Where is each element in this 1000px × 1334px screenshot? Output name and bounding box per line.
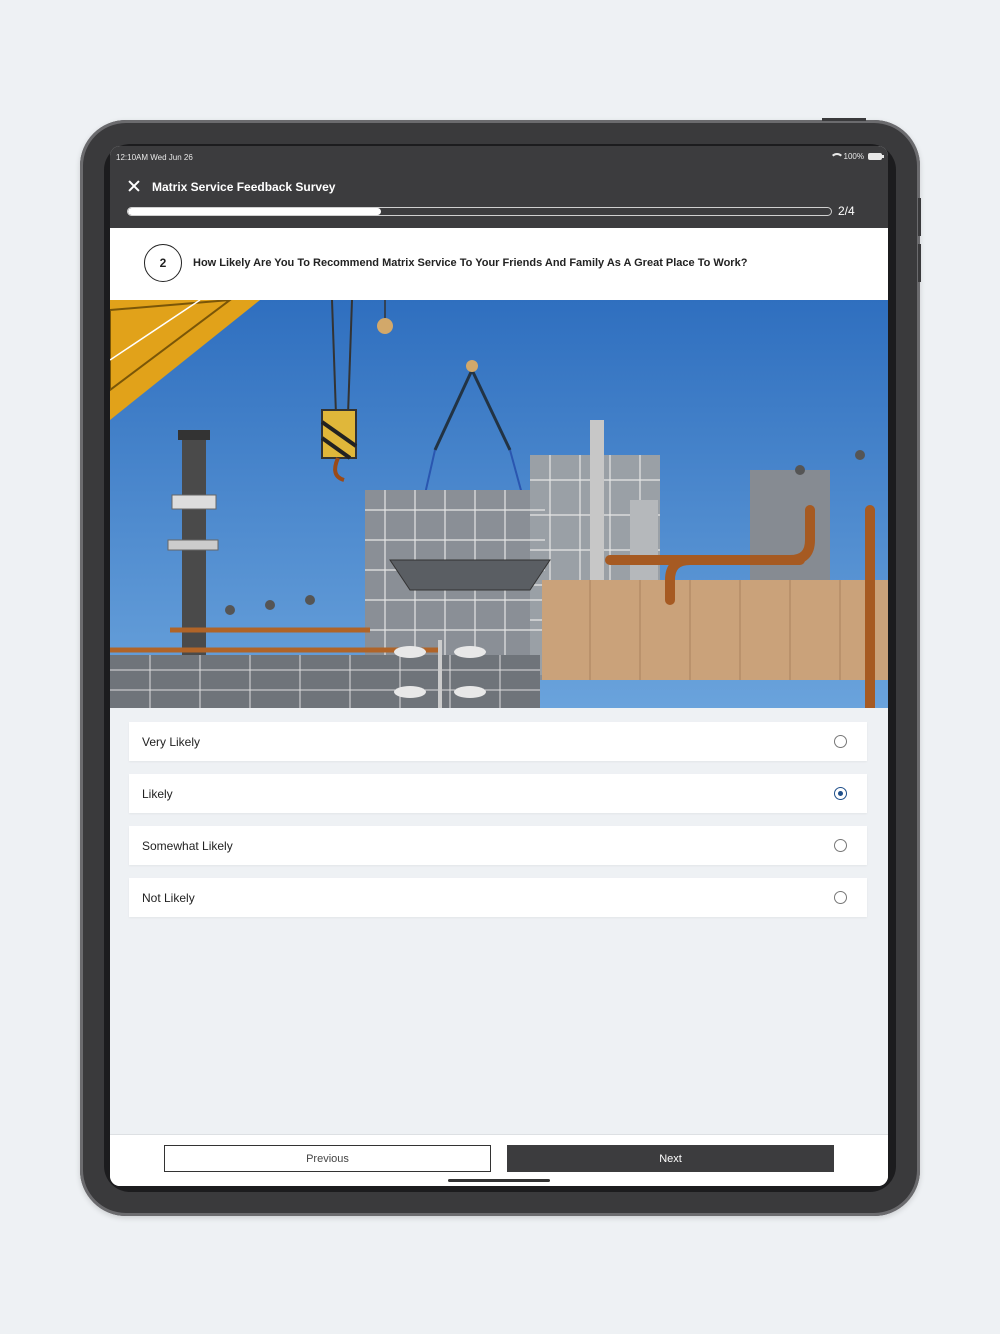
previous-button[interactable]: Previous	[164, 1145, 491, 1172]
question-card: 2 How Likely Are You To Recommend Matrix…	[110, 228, 888, 300]
home-indicator[interactable]	[448, 1179, 550, 1182]
close-icon[interactable]	[126, 178, 142, 194]
radio-button-selected[interactable]	[834, 787, 847, 800]
answer-option-label: Somewhat Likely	[142, 839, 233, 853]
next-button[interactable]: Next	[507, 1145, 834, 1172]
answer-option-label: Very Likely	[142, 735, 201, 749]
radio-button[interactable]	[834, 891, 847, 904]
wifi-icon	[829, 152, 844, 161]
status-time: 12:10AM Wed Jun 26	[116, 153, 193, 162]
answer-option[interactable]: Not Likely	[129, 878, 867, 917]
status-indicators: 100%	[829, 152, 884, 161]
battery-percent: 100%	[843, 152, 864, 161]
radio-button[interactable]	[834, 735, 847, 748]
industrial-plant-image	[110, 300, 888, 708]
progress-bar-fill	[128, 208, 382, 215]
volume-up-button	[918, 198, 921, 236]
survey-title: Matrix Service Feedback Survey	[152, 180, 336, 194]
answer-option-label: Likely	[142, 787, 173, 801]
answer-option[interactable]: Somewhat Likely	[129, 826, 867, 865]
progress-counter: 2/4	[838, 204, 855, 218]
power-button	[822, 118, 866, 121]
answer-option[interactable]: Very Likely	[129, 722, 867, 761]
app-screen: 12:10AM Wed Jun 26 100% Matrix Service F…	[110, 146, 888, 1186]
question-text: How Likely Are You To Recommend Matrix S…	[193, 257, 748, 269]
volume-down-button	[918, 244, 921, 282]
progress-bar	[127, 207, 832, 216]
battery-icon	[868, 153, 884, 160]
radio-button[interactable]	[834, 839, 847, 852]
question-image	[110, 300, 888, 708]
app-header: 12:10AM Wed Jun 26 100% Matrix Service F…	[110, 146, 888, 228]
question-number-badge: 2	[144, 244, 182, 282]
answer-option-label: Not Likely	[142, 891, 195, 905]
navigation-footer: Previous Next	[110, 1134, 888, 1186]
answer-option[interactable]: Likely	[129, 774, 867, 813]
